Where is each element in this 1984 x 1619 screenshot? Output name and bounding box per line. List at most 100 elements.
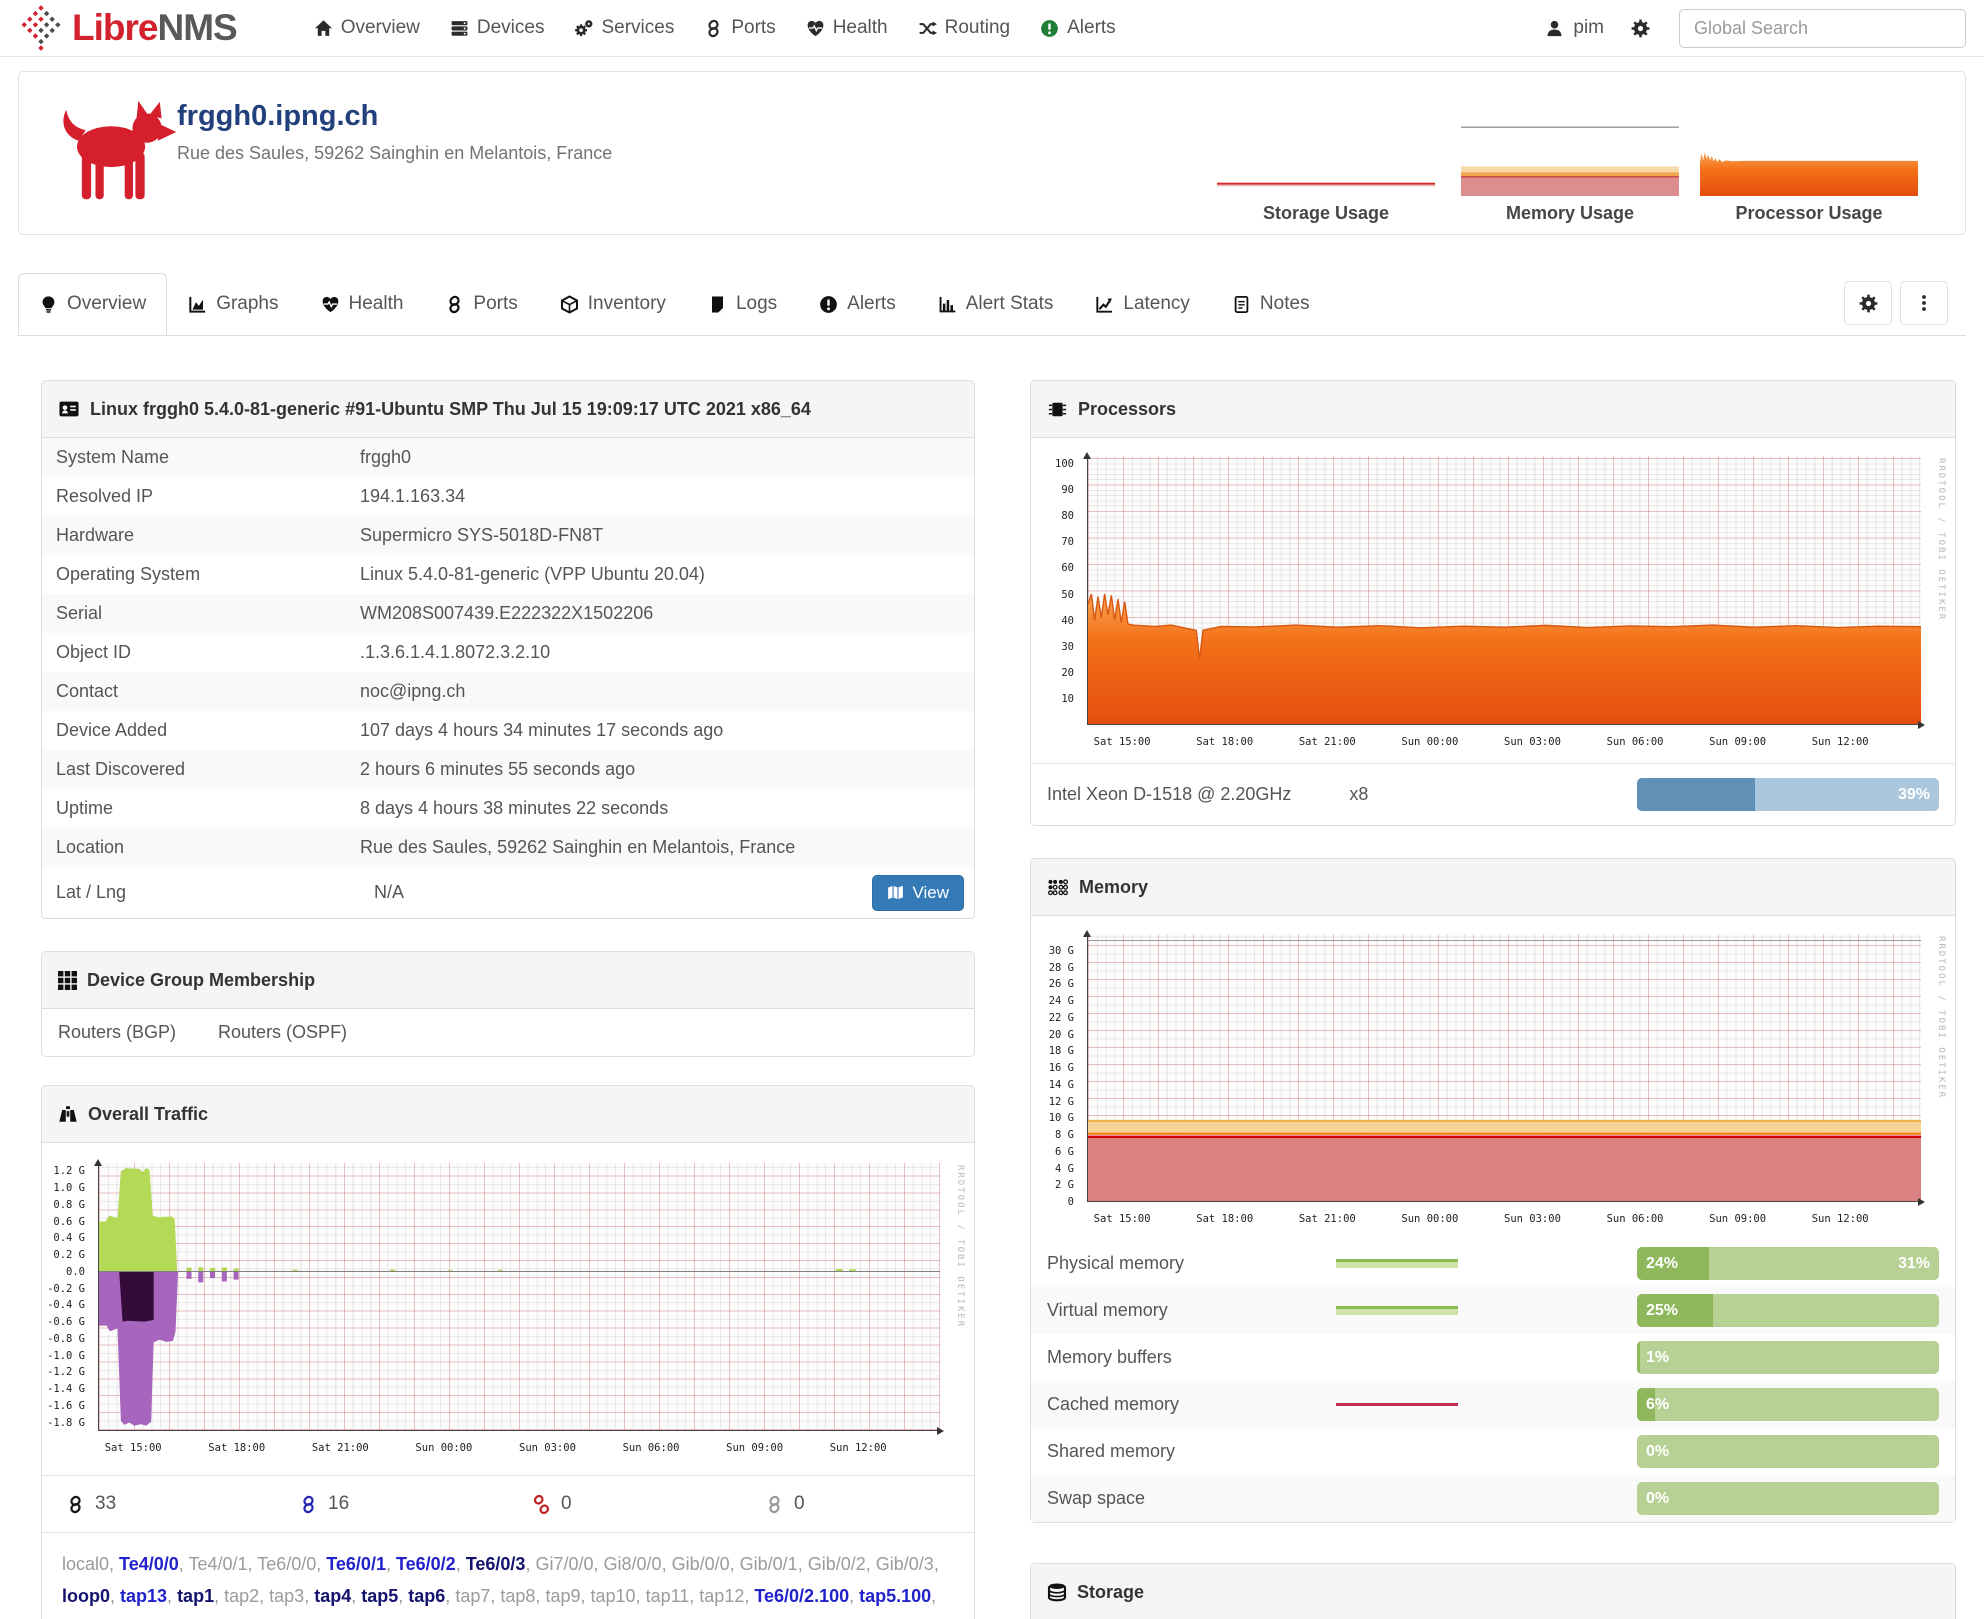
memory-y-axis: 30 G28 G26 G24 G22 G20 G18 G16 G14 G12 G… <box>1031 934 1081 1202</box>
port-link[interactable]: tap4 <box>314 1586 351 1606</box>
port-link[interactable]: tap5 <box>361 1586 398 1606</box>
table-row: Contactnoc@ipng.ch <box>42 672 974 711</box>
port-count-down[interactable]: 0 <box>508 1493 741 1515</box>
nav-item-alerts[interactable]: Alerts <box>1025 0 1131 57</box>
port-link[interactable]: tap9 <box>545 1586 580 1606</box>
gear-icon <box>1858 293 1879 314</box>
user-menu[interactable]: pim <box>1545 17 1604 39</box>
device-more-button[interactable] <box>1900 281 1948 325</box>
user-icon <box>1545 19 1564 38</box>
port-count-total[interactable]: 33 <box>42 1493 275 1515</box>
nav-item-routing[interactable]: Routing <box>903 0 1026 57</box>
port-link[interactable]: Gi7/0/0 <box>535 1554 593 1574</box>
port-link[interactable]: local0 <box>62 1554 109 1574</box>
port-link[interactable]: Gib/0/0 <box>672 1554 730 1574</box>
overall-traffic-graph[interactable]: 1.2 G1.0 G0.8 G0.6 G0.4 G0.2 G0.0-0.2 G-… <box>42 1147 974 1469</box>
port-link[interactable]: Te4/0/0 <box>119 1554 179 1574</box>
port-link[interactable]: tap12 <box>699 1586 744 1606</box>
device-group-link[interactable]: Routers (BGP) <box>58 1022 176 1043</box>
port-link[interactable]: Te6/0/2.100 <box>754 1586 849 1606</box>
chain-icon <box>299 1495 318 1514</box>
tab-graphs[interactable]: Graphs <box>167 273 299 335</box>
memory-usage-bar: 6% <box>1637 1388 1939 1421</box>
processor-mini-graph[interactable] <box>1700 122 1918 196</box>
nav-item-overview[interactable]: Overview <box>299 0 435 57</box>
port-link[interactable]: loop0 <box>62 1586 110 1606</box>
tab-logs[interactable]: Logs <box>687 273 798 335</box>
tab-alert-stats[interactable]: Alert Stats <box>917 273 1075 335</box>
port-link[interactable]: Te6/0/0 <box>257 1554 316 1574</box>
librenms-logo-mark <box>18 1 64 55</box>
table-row: SerialWM208S007439.E222322X1502206 <box>42 594 974 633</box>
view-map-button[interactable]: View <box>872 875 964 911</box>
database-icon <box>1047 1582 1067 1602</box>
cpu-count: x8 <box>1349 784 1368 805</box>
port-link[interactable]: Gi8/0/0 <box>604 1554 662 1574</box>
memory-graph[interactable]: 30 G28 G26 G24 G22 G20 G18 G16 G14 G12 G… <box>1031 918 1955 1240</box>
latlng-label: Lat / Lng <box>56 882 374 903</box>
port-link[interactable]: tap11 <box>646 1586 690 1606</box>
port-link[interactable]: tap6 <box>408 1586 445 1606</box>
tab-alerts[interactable]: Alerts <box>798 273 917 335</box>
microchip-icon <box>1047 399 1068 420</box>
storage-mini-graph[interactable] <box>1217 122 1435 196</box>
nav-item-health[interactable]: Health <box>791 0 903 57</box>
heartbeat-icon <box>806 19 825 38</box>
device-hostname[interactable]: frggh0.ipng.ch <box>177 100 612 133</box>
memory-mini-graph[interactable] <box>1461 122 1679 196</box>
tab-inventory[interactable]: Inventory <box>539 273 687 335</box>
port-link[interactable]: Gib/0/2 <box>808 1554 866 1574</box>
nav-menu: OverviewDevicesServicesPortsHealthRoutin… <box>299 0 1131 57</box>
nav-item-services[interactable]: Services <box>559 0 689 57</box>
tab-overview[interactable]: Overview <box>18 273 167 335</box>
port-link[interactable]: tap8 <box>500 1586 535 1606</box>
memory-panel: Memory 30 G28 G26 G24 G22 G20 G18 G16 G1… <box>1030 858 1956 1523</box>
port-link[interactable]: tap2 <box>224 1586 259 1606</box>
processors-graph[interactable]: 100908070605040302010 Sat 15:00Sat 18:00… <box>1031 440 1955 763</box>
bulb-icon <box>39 295 58 314</box>
storage-title: Storage <box>1077 1582 1144 1603</box>
device-group-link[interactable]: Routers (OSPF) <box>218 1022 347 1043</box>
nav-item-ports[interactable]: Ports <box>689 0 790 57</box>
ports-list: local0, Te4/0/0, Te4/0/1, Te6/0/0, Te6/0… <box>42 1533 974 1619</box>
port-link[interactable]: Te6/0/2 <box>396 1554 456 1574</box>
storage-panel: Storage <box>1030 1563 1956 1619</box>
tab-health[interactable]: Health <box>300 273 425 335</box>
device-settings-button[interactable] <box>1844 281 1892 325</box>
mini-graph-storage: Storage Usage <box>1217 122 1435 224</box>
port-link[interactable]: tap10 <box>591 1586 636 1606</box>
port-link[interactable]: Te6/0/1 <box>326 1554 386 1574</box>
device-groups-list: Routers (BGP) Routers (OSPF) <box>42 1009 974 1056</box>
rrdtool-watermark: RRDTOOL / TOBI OETIKER <box>955 1165 965 1328</box>
rrdtool-watermark: RRDTOOL / TOBI OETIKER <box>1936 936 1946 1099</box>
librenms-app: LibreNMS OverviewDevicesServicesPortsHea… <box>0 0 1984 1619</box>
settings-gear-icon[interactable] <box>1630 18 1651 39</box>
notes-icon <box>1232 295 1251 314</box>
port-link[interactable]: tap5.100 <box>859 1586 931 1606</box>
port-link[interactable]: tap1 <box>177 1586 214 1606</box>
port-link[interactable]: tap13 <box>120 1586 167 1606</box>
global-search-input[interactable] <box>1679 9 1966 48</box>
port-count-up[interactable]: 16 <box>275 1493 508 1515</box>
areachart-icon <box>188 295 207 314</box>
port-link[interactable]: tap7 <box>455 1586 490 1606</box>
port-link[interactable]: Gib/0/1 <box>740 1554 798 1574</box>
port-link[interactable]: Te4/0/1 <box>188 1554 247 1574</box>
tab-latency[interactable]: Latency <box>1074 273 1211 335</box>
memory-usage-bar: 0% <box>1637 1435 1939 1468</box>
port-link[interactable]: Te6/0/3 <box>466 1554 526 1574</box>
tab-notes[interactable]: Notes <box>1211 273 1331 335</box>
librenms-logo[interactable]: LibreNMS <box>18 1 237 55</box>
shuffle-icon <box>918 19 937 38</box>
chain-icon <box>66 1495 85 1514</box>
memory-pools-table: Physical memory24%31%Virtual memory25%Me… <box>1031 1240 1955 1522</box>
port-link[interactable]: Gib/0/3 <box>876 1554 934 1574</box>
overall-traffic-title: Overall Traffic <box>88 1104 208 1125</box>
tab-ports[interactable]: Ports <box>424 273 538 335</box>
port-count-disabled[interactable]: 0 <box>741 1493 974 1515</box>
port-link[interactable]: tap3 <box>269 1586 304 1606</box>
memory-mini-label: Memory Usage <box>1461 203 1679 224</box>
memory-usage-bar: 25% <box>1637 1294 1939 1327</box>
nav-item-devices[interactable]: Devices <box>435 0 560 57</box>
traffic-y-axis: 1.2 G1.0 G0.8 G0.6 G0.4 G0.2 G0.0-0.2 G-… <box>42 1163 92 1431</box>
